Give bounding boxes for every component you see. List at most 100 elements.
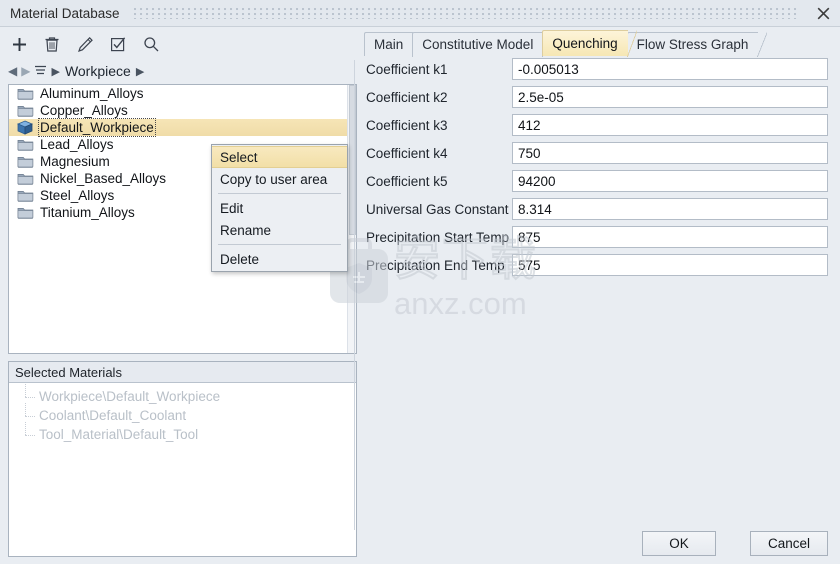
dialog-footer: OK Cancel	[360, 512, 840, 564]
selected-material-label: Workpiece\Default_Workpiece	[39, 389, 221, 404]
cube-icon-wrap	[17, 120, 35, 135]
form-row: Precipitation Start Temp 875	[360, 225, 840, 249]
tab-label: Main	[374, 37, 404, 52]
folder-icon	[17, 86, 35, 100]
tree-item-default_workpiece[interactable]: Default_Workpiece	[9, 118, 356, 137]
context-menu-item-copy-to-user-area[interactable]: Copy to user area	[212, 168, 347, 190]
material-database-dialog: Material Database ◀ ▶ ▶ Workpiece ▶ Alum…	[0, 0, 840, 564]
label-coefficient-k2: Coefficient k2	[366, 89, 448, 105]
breadcrumb-item-workpiece[interactable]: Workpiece	[65, 63, 131, 79]
tree-item-label: Copper_Alloys	[40, 103, 128, 118]
tab-flow-stress-graph[interactable]: Flow Stress Graph	[626, 32, 768, 57]
context-menu[interactable]: Select Copy to user area Edit Rename Delete	[211, 144, 348, 272]
input-coefficient-k2[interactable]: 2.5e-05	[512, 86, 828, 108]
context-menu-separator	[218, 244, 341, 245]
form-row: Coefficient k3 412	[360, 113, 840, 137]
window-title: Material Database	[10, 5, 120, 21]
input-coefficient-k3[interactable]: 412	[512, 114, 828, 136]
label-coefficient-k5: Coefficient k5	[366, 173, 448, 189]
form-row: Coefficient k1 -0.005013	[360, 57, 840, 81]
context-menu-item-select[interactable]: Select	[212, 146, 347, 168]
breadcrumb-separator-root[interactable]: ▶	[51, 65, 59, 78]
form-row: Precipitation End Temp 575	[360, 253, 840, 277]
drag-grip-dots-icon[interactable]	[133, 7, 798, 19]
selected-materials-panel: Selected Materials Workpiece\Default_Wor…	[8, 361, 357, 557]
folder-icon-wrap	[17, 188, 35, 203]
tree-item-label: Magnesium	[40, 154, 110, 169]
folder-icon-wrap	[17, 103, 35, 118]
folder-icon	[17, 154, 35, 168]
tree-item-label: Titanium_Alloys	[40, 205, 135, 220]
selected-material-row[interactable]: Coolant\Default_Coolant	[9, 403, 356, 425]
label-universal-gas-constant: Universal Gas Constant	[366, 201, 509, 217]
tab-label: Constitutive Model	[422, 37, 534, 52]
label-coefficient-k1: Coefficient k1	[366, 61, 448, 77]
tree-item-label: Aluminum_Alloys	[40, 86, 144, 101]
selected-material-row[interactable]: Tool_Material\Default_Tool	[9, 422, 356, 444]
selected-materials-header: Selected Materials	[9, 362, 356, 383]
right-panel: Main Constitutive Model Quenching Flow Stre…	[360, 27, 840, 564]
input-coefficient-k1[interactable]: -0.005013	[512, 58, 828, 80]
delete-button[interactable]	[41, 33, 63, 55]
search-button[interactable]	[140, 33, 162, 55]
input-universal-gas-constant[interactable]: 8.314	[512, 198, 828, 220]
tab-bar: Main Constitutive Model Quenching Flow Stre…	[360, 27, 840, 57]
tab-main[interactable]: Main	[364, 32, 423, 57]
magnifier-icon	[143, 36, 159, 52]
folder-icon	[17, 171, 35, 185]
left-panel: ◀ ▶ ▶ Workpiece ▶ Aluminum_Alloys Copper_…	[0, 27, 360, 564]
form-row: Coefficient k2 2.5e-05	[360, 85, 840, 109]
folder-icon	[17, 137, 35, 151]
folder-icon-wrap	[17, 86, 35, 101]
folder-icon-wrap	[17, 154, 35, 169]
context-menu-item-rename[interactable]: Rename	[212, 219, 347, 241]
context-menu-separator	[218, 193, 341, 194]
folder-icon-wrap	[17, 171, 35, 186]
tab-label: Quenching	[552, 36, 618, 51]
label-coefficient-k3: Coefficient k3	[366, 117, 448, 133]
breadcrumb: ◀ ▶ ▶ Workpiece ▶	[0, 59, 360, 83]
pencil-icon	[77, 36, 94, 53]
tab-quenching[interactable]: Quenching	[542, 30, 637, 57]
checkbox-icon	[110, 36, 126, 52]
form-row: Coefficient k4 750	[360, 141, 840, 165]
input-coefficient-k4[interactable]: 750	[512, 142, 828, 164]
selected-material-row[interactable]: Workpiece\Default_Workpiece	[9, 384, 356, 406]
input-precipitation-start-temp[interactable]: 875	[512, 226, 828, 248]
folder-icon-wrap	[17, 137, 35, 152]
selected-materials-list[interactable]: Workpiece\Default_Workpiece Coolant\Defau…	[9, 383, 356, 444]
breadcrumb-separator-1[interactable]: ▶	[136, 65, 144, 78]
form-row: Universal Gas Constant 8.314	[360, 197, 840, 221]
quenching-form: Coefficient k1 -0.005013 Coefficient k2 2.5…	[360, 57, 840, 281]
titlebar: Material Database	[0, 0, 840, 27]
tab-constitutive-model[interactable]: Constitutive Model	[412, 32, 553, 57]
context-menu-item-edit[interactable]: Edit	[212, 197, 347, 219]
hamburger-icon[interactable]	[34, 64, 47, 79]
add-button[interactable]	[8, 33, 30, 55]
folder-icon	[17, 205, 35, 219]
ok-button[interactable]: OK	[642, 531, 716, 556]
folder-icon-wrap	[17, 205, 35, 220]
plus-icon	[11, 36, 28, 53]
arrow-right-icon[interactable]: ▶	[21, 65, 30, 77]
label-precipitation-end-temp: Precipitation End Temp	[366, 257, 505, 273]
folder-icon	[17, 188, 35, 202]
edit-button[interactable]	[74, 33, 96, 55]
tree-item-aluminum_alloys[interactable]: Aluminum_Alloys	[9, 85, 356, 102]
cancel-button[interactable]: Cancel	[750, 531, 828, 556]
check-button[interactable]	[107, 33, 129, 55]
tree-item-label: Steel_Alloys	[40, 188, 115, 203]
tree-item-copper_alloys[interactable]: Copper_Alloys	[9, 102, 356, 119]
selected-material-label: Coolant\Default_Coolant	[39, 408, 187, 423]
close-x-icon	[817, 7, 830, 20]
input-precipitation-end-temp[interactable]: 575	[512, 254, 828, 276]
arrow-left-icon[interactable]: ◀	[8, 65, 17, 77]
input-coefficient-k5[interactable]: 94200	[512, 170, 828, 192]
panel-splitter[interactable]	[352, 60, 358, 530]
context-menu-item-delete[interactable]: Delete	[212, 248, 347, 270]
tree-connector-icon	[23, 422, 39, 444]
cube-icon	[17, 120, 35, 135]
splitter-line	[354, 60, 355, 530]
selected-material-label: Tool_Material\Default_Tool	[39, 427, 199, 442]
close-button[interactable]	[806, 0, 840, 26]
